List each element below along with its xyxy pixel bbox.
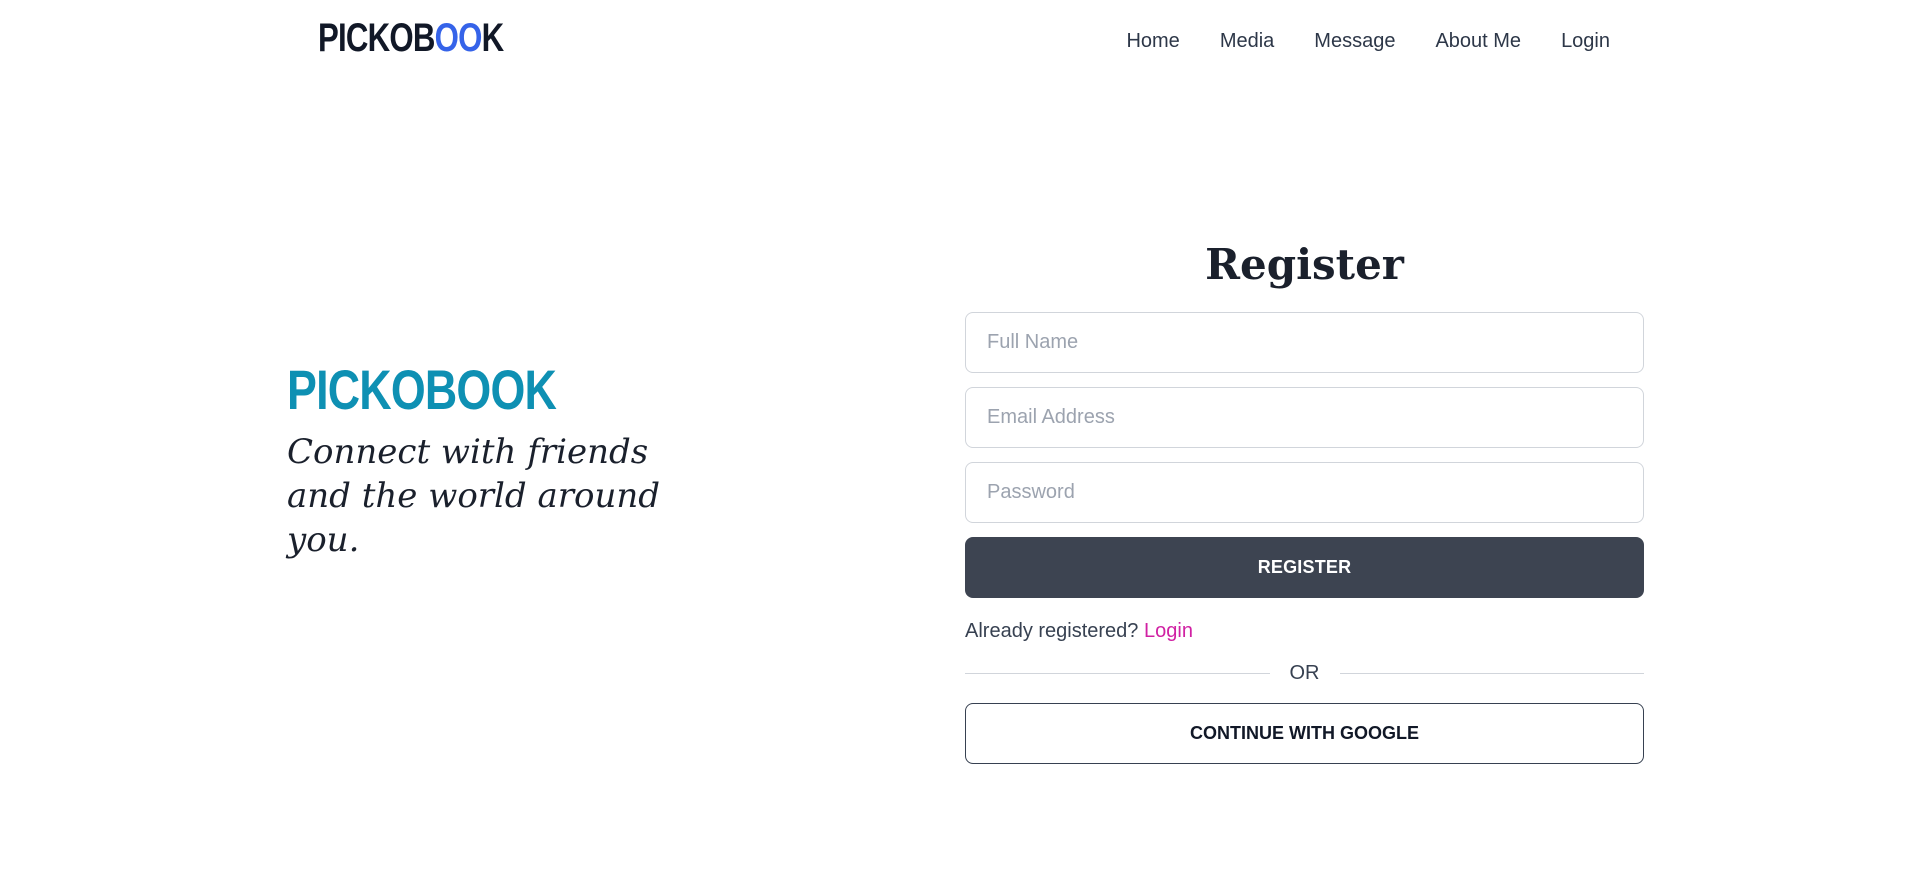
register-form: Register REGISTER Already registered? Lo…: [965, 240, 1644, 764]
logo-text-main: PICKOB: [318, 16, 435, 60]
continue-with-google-button[interactable]: CONTINUE WITH GOOGLE: [965, 703, 1644, 764]
or-divider: OR: [965, 662, 1644, 685]
form-title: Register: [1205, 240, 1404, 289]
hero-title: PICKOBOOK: [287, 358, 557, 421]
nav-login[interactable]: Login: [1561, 28, 1610, 54]
divider-line-right: [1339, 673, 1644, 674]
nav-about-me[interactable]: About Me: [1435, 28, 1521, 54]
full-name-input[interactable]: [965, 312, 1644, 373]
login-link[interactable]: Login: [1144, 620, 1193, 642]
main-nav: Home Media Message About Me Login: [1086, 28, 1610, 54]
already-registered-text: Already registered?: [965, 620, 1139, 642]
password-input[interactable]: [965, 462, 1644, 523]
logo-text-accent: OO: [434, 16, 483, 60]
nav-media[interactable]: Media: [1220, 28, 1274, 54]
hero-section: PICKOBOOK Connect with friends and the w…: [287, 362, 887, 562]
brand-logo[interactable]: PICKOBOOK: [318, 16, 505, 60]
email-input[interactable]: [965, 387, 1644, 448]
hero-tagline: Connect with friends and the world aroun…: [287, 432, 661, 560]
divider-line-left: [965, 673, 1270, 674]
or-text: OR: [1289, 662, 1320, 684]
nav-home[interactable]: Home: [1126, 28, 1179, 54]
nav-message[interactable]: Message: [1314, 28, 1395, 54]
logo-text-end: K: [481, 16, 505, 60]
page: PICKOBOOK Home Media Message About Me Lo…: [0, 0, 1920, 878]
top-navbar: PICKOBOOK Home Media Message About Me Lo…: [0, 0, 1920, 82]
already-registered-row: Already registered? Login: [965, 618, 1644, 644]
register-button[interactable]: REGISTER: [965, 537, 1644, 598]
